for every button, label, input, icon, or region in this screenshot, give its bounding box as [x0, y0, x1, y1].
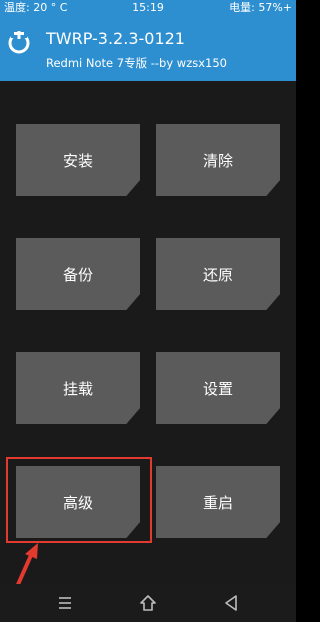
home-icon[interactable]	[139, 594, 157, 612]
header-bar: 温度: 20 ° C 15:19 电量: 57%+ TWRP-3.2.3-012…	[0, 0, 296, 81]
settings-button[interactable]: 设置	[156, 352, 280, 424]
app-title: TWRP-3.2.3-0121	[46, 29, 185, 48]
navigation-bar	[0, 584, 296, 622]
wipe-label: 清除	[202, 151, 233, 170]
reboot-button[interactable]: 重启	[156, 466, 280, 538]
battery-text: 电量: 57%+	[229, 1, 292, 14]
twrp-logo-icon	[8, 31, 30, 54]
back-icon[interactable]	[222, 594, 240, 612]
twrp-screen: 温度: 20 ° C 15:19 电量: 57%+ TWRP-3.2.3-012…	[0, 0, 296, 622]
mount-button[interactable]: 挂载	[16, 352, 140, 424]
app-subtitle: Redmi Note 7专版 --by wzsx150	[46, 56, 228, 70]
wipe-button[interactable]: 清除	[156, 124, 280, 196]
highlight-box	[6, 457, 152, 543]
backup-button[interactable]: 备份	[16, 238, 140, 310]
install-button[interactable]: 安装	[16, 124, 140, 196]
backup-label: 备份	[62, 265, 93, 284]
reboot-label: 重启	[202, 493, 233, 512]
install-label: 安装	[62, 151, 93, 170]
status-bar: 温度: 20 ° C 15:19 电量: 57%+	[0, 0, 296, 16]
restore-button[interactable]: 还原	[156, 238, 280, 310]
settings-label: 设置	[202, 379, 233, 398]
menu-icon[interactable]	[56, 594, 74, 612]
restore-label: 还原	[202, 265, 233, 284]
mount-label: 挂载	[62, 379, 93, 398]
